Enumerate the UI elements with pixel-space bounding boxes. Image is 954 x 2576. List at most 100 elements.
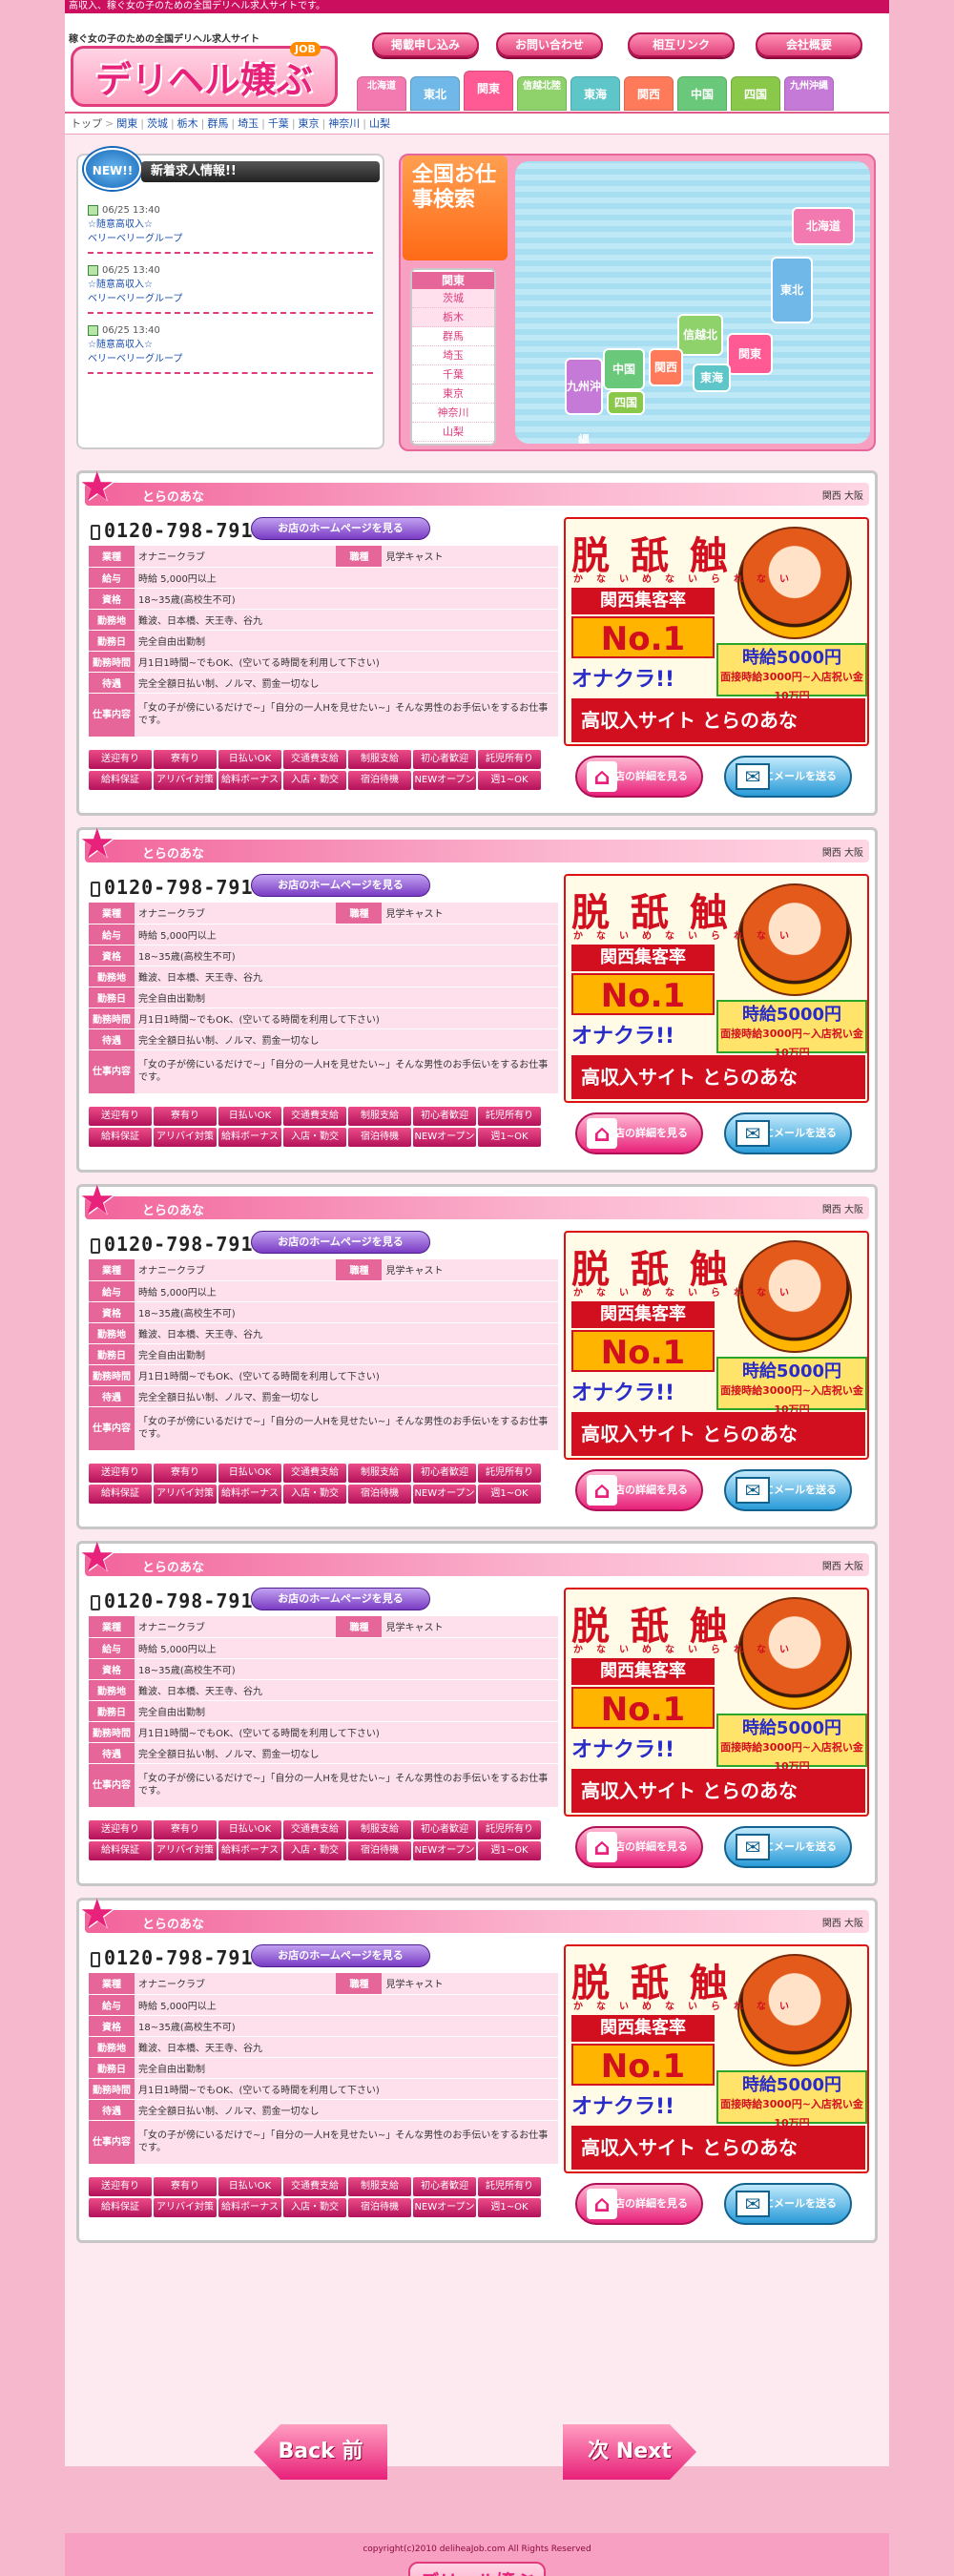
feature-tag: 給料保証: [89, 1485, 152, 1504]
footer-logo[interactable]: デリヘル嬢ぶ: [408, 2562, 546, 2576]
prefecture-link[interactable]: 千葉: [412, 365, 494, 384]
map-region[interactable]: 東北: [771, 257, 813, 323]
map-region[interactable]: 北海道: [792, 207, 855, 245]
news-group[interactable]: ベリーベリーグループ: [88, 232, 373, 246]
map-region[interactable]: 関西: [649, 348, 683, 386]
news-title[interactable]: ☆随意高収入☆: [88, 278, 373, 292]
breadcrumb-item[interactable]: 茨城: [147, 117, 168, 130]
breadcrumb-item[interactable]: 千葉: [268, 117, 289, 130]
tab-region[interactable]: 信越北陸: [517, 76, 567, 111]
shop-mail-button[interactable]: ✉ お店にメールを送る: [724, 1112, 852, 1154]
breadcrumb-item[interactable]: 関東: [116, 117, 137, 130]
back-button[interactable]: Back 前: [254, 2424, 387, 2480]
field-label: 仕事内容: [89, 693, 135, 737]
news-title[interactable]: ☆随意高収入☆: [88, 218, 373, 232]
phone-number: 0120-798-791: [91, 1233, 254, 1256]
prefecture-link[interactable]: 東京: [412, 384, 494, 404]
shop-detail-button[interactable]: ⌂ お店の詳細を見る: [575, 1112, 703, 1154]
feature-tag: 給料保証: [89, 771, 152, 790]
news-item[interactable]: 06/25 13:40 ☆随意高収入☆ ベリーベリーグループ: [88, 203, 373, 254]
prefecture-link[interactable]: 神奈川: [412, 404, 494, 423]
tab-region[interactable]: 東海: [570, 76, 620, 111]
breadcrumb-item[interactable]: 埼玉: [238, 117, 259, 130]
banner-no1: No.1: [571, 2044, 715, 2086]
breadcrumb-item[interactable]: 東京: [299, 117, 320, 130]
shop-homepage-button[interactable]: お店のホームページを見る: [251, 1588, 430, 1610]
prefecture-link[interactable]: 山梨: [412, 423, 494, 442]
banner-no1: No.1: [571, 973, 715, 1015]
news-group[interactable]: ベリーベリーグループ: [88, 352, 373, 366]
shop-name[interactable]: とらのあな: [142, 843, 204, 862]
shop-homepage-button[interactable]: お店のホームページを見る: [251, 517, 430, 540]
shop-banner[interactable]: 脱 舐 触 かないめないられない 関西集客率 No.1 オナクラ!! 時給500…: [564, 1231, 869, 1460]
new-jobs-title: 新着求人情報!!: [141, 161, 380, 182]
prefecture-link[interactable]: 埼玉: [412, 346, 494, 365]
tab-region[interactable]: 四国: [731, 76, 780, 111]
shop-name[interactable]: とらのあな: [142, 1557, 204, 1575]
breadcrumb-item[interactable]: 栃木: [177, 117, 198, 130]
map-region[interactable]: 東海: [693, 364, 731, 392]
breadcrumb-item[interactable]: 群馬: [207, 117, 228, 130]
feature-tag: 給料保証: [89, 1128, 152, 1147]
shop-name[interactable]: とらのあな: [142, 487, 204, 505]
feature-tag: 入店・勤交: [283, 1128, 346, 1147]
field-value: 完全全額日払い制、ノルマ、罰金一切なし: [135, 1742, 558, 1764]
map-region[interactable]: 四国: [607, 390, 645, 415]
map-region[interactable]: 関東: [727, 333, 773, 375]
news-item[interactable]: 06/25 13:40 ☆随意高収入☆ ベリーベリーグループ: [88, 323, 373, 374]
star-icon: ★: [79, 820, 115, 866]
shop-name[interactable]: とらのあな: [142, 1200, 204, 1218]
prefecture-link[interactable]: 茨城: [412, 289, 494, 308]
banner-pay-main: 時給5000円: [741, 2075, 842, 2095]
prefecture-link[interactable]: 群馬: [412, 327, 494, 346]
shop-mail-button[interactable]: ✉ お店にメールを送る: [724, 1469, 852, 1511]
shop-banner[interactable]: 脱 舐 触 かないめないられない 関西集客率 No.1 オナクラ!! 時給500…: [564, 1588, 869, 1817]
tab-region[interactable]: 関東: [464, 71, 513, 111]
company-info-button[interactable]: 会社概要: [756, 32, 862, 57]
feature-tag: 日払いOK: [218, 1107, 281, 1126]
shop-homepage-button[interactable]: お店のホームページを見る: [251, 1231, 430, 1254]
news-title[interactable]: ☆随意高収入☆: [88, 338, 373, 352]
tab-region[interactable]: 九州沖縄: [784, 76, 834, 111]
shop-mail-button[interactable]: ✉ お店にメールを送る: [724, 2183, 852, 2225]
field-label: 勤務日: [89, 630, 135, 652]
feature-tag: NEWオープン: [413, 1841, 476, 1860]
next-button[interactable]: 次 Next: [563, 2424, 696, 2480]
breadcrumb-item[interactable]: トップ: [71, 117, 102, 130]
shop-mail-button[interactable]: ✉ お店にメールを送る: [724, 756, 852, 798]
news-item[interactable]: 06/25 13:40 ☆随意高収入☆ ベリーベリーグループ: [88, 263, 373, 314]
shop-detail-button[interactable]: ⌂ お店の詳細を見る: [575, 756, 703, 798]
shop-detail-button[interactable]: ⌂ お店の詳細を見る: [575, 1469, 703, 1511]
apply-listing-button[interactable]: 掲載申し込み: [372, 32, 479, 57]
news-group[interactable]: ベリーベリーグループ: [88, 292, 373, 306]
tab-region[interactable]: 東北: [410, 76, 460, 111]
new-jobs-panel: NEW!! 新着求人情報!! 06/25 13:40 ☆随意高収入☆ ベリーベリーグ…: [76, 148, 384, 449]
shop-detail-button[interactable]: ⌂ お店の詳細を見る: [575, 1826, 703, 1868]
shop-homepage-button[interactable]: お店のホームページを見る: [251, 874, 430, 897]
tab-region[interactable]: 中国: [677, 76, 727, 111]
link-exchange-button[interactable]: 相互リンク: [628, 32, 735, 57]
shop-banner[interactable]: 脱 舐 触 かないめないられない 関西集客率 No.1 オナクラ!! 時給500…: [564, 874, 869, 1103]
map-region[interactable]: 中国: [603, 348, 645, 390]
japan-map[interactable]: 北海道東北関東信越北陸東海関西中国四国九州沖縄: [515, 161, 870, 444]
tab-region[interactable]: 北海道: [357, 76, 406, 111]
shop-banner[interactable]: 脱 舐 触 かないめないられない 関西集客率 No.1 オナクラ!! 時給500…: [564, 517, 869, 746]
breadcrumb-item[interactable]: 神奈川: [328, 117, 360, 130]
feature-tag: 交通費支給: [283, 1820, 346, 1839]
field-value: 月1日1時間~でもOK、(空いてる時間を利用して下さい): [135, 651, 558, 673]
contact-button[interactable]: お問い合わせ: [496, 32, 603, 57]
copyright: copyright(c)2010 deliheaJob.com All Righ…: [363, 2545, 591, 2554]
tab-region[interactable]: 関西: [624, 76, 674, 111]
map-region[interactable]: 九州沖縄: [565, 358, 603, 444]
prefecture-link[interactable]: 栃木: [412, 308, 494, 327]
breadcrumb-item[interactable]: 山梨: [369, 117, 390, 130]
table-row: 待遇 完全全額日払い制、ノルマ、罰金一切なし: [89, 2099, 558, 2121]
shop-name[interactable]: とらのあな: [142, 1914, 204, 1932]
shop-mail-button[interactable]: ✉ お店にメールを送る: [724, 1826, 852, 1868]
field-label: 給与: [89, 1994, 135, 2016]
shop-homepage-button[interactable]: お店のホームページを見る: [251, 1944, 430, 1967]
shop-detail-button[interactable]: ⌂ お店の詳細を見る: [575, 2183, 703, 2225]
shop-banner[interactable]: 脱 舐 触 かないめないられない 関西集客率 No.1 オナクラ!! 時給500…: [564, 1944, 869, 2173]
map-region[interactable]: 信越北陸: [677, 314, 723, 380]
banner-headline-sub: かないめないられない: [573, 1645, 802, 1655]
